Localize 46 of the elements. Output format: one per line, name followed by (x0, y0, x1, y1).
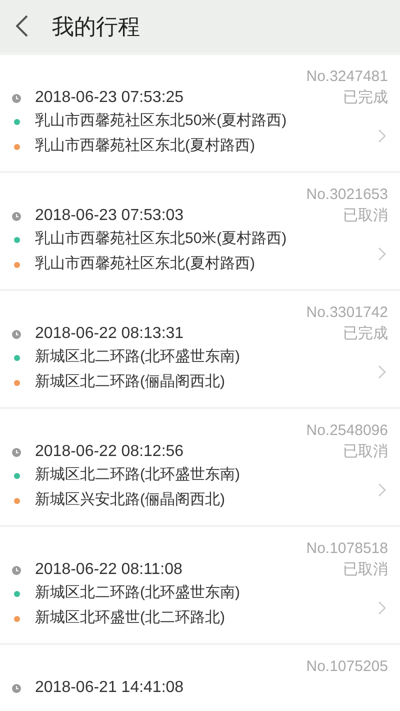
trip-number: No.3301742 (306, 303, 388, 323)
back-icon[interactable] (16, 15, 28, 37)
trip-card[interactable]: No.3021653 2018-06-23 07:53:03 已取消 乳山市西馨苑社区东北50米(夏村路西) 乳山市西馨苑社区东北(夏村路西) (0, 173, 400, 289)
destination-address: 乳山市西馨苑社区东北(夏村路西) (35, 254, 255, 274)
trip-status: 已取消 (343, 560, 388, 580)
destination-address: 新城区兴安北路(俪晶阁西北) (35, 490, 225, 510)
trip-time: 2018-06-23 07:53:25 (35, 88, 185, 108)
origin-address: 新城区北二环路(北环盛世东南) (35, 583, 240, 604)
trip-card[interactable]: No.1078518 2018-06-22 08:11:08 已取消 新城区北二环路(北环盛世东南) 新城区北环盛世(北二环路北) (0, 527, 400, 643)
trip-number: No.3247481 (306, 67, 388, 87)
trip-card[interactable]: No.2548096 2018-06-22 08:12:56 已取消 新城区北二环路(北环盛世东南) 新城区兴安北路(俪晶阁西北) (0, 409, 400, 525)
trip-card[interactable]: No.3247481 2018-06-23 07:53:25 已完成 乳山市西馨苑社区东北50米(夏村路西) 乳山市西馨苑社区东北(夏村路西) (0, 55, 400, 171)
clock-icon (12, 330, 21, 338)
clock-icon (12, 94, 21, 102)
trip-number: No.2548096 (306, 421, 388, 441)
trip-number: No.1075205 (306, 657, 388, 677)
trip-number: No.1078518 (306, 539, 388, 559)
trip-status: 已完成 (343, 324, 388, 344)
chevron-right-icon (378, 365, 386, 379)
trip-card[interactable]: No.1075205 2018-06-21 14:41:08 (0, 645, 400, 711)
clock-icon (12, 684, 21, 692)
destination-address: 新城区北二环路(俪晶阁西北) (35, 372, 225, 392)
trip-status: 已取消 (343, 442, 388, 462)
chevron-right-icon (378, 483, 386, 497)
trip-time: 2018-06-22 08:11:08 (35, 560, 184, 580)
origin-address: 新城区北二环路(北环盛世东南) (35, 465, 240, 486)
clock-icon (12, 566, 21, 574)
origin-address: 乳山市西馨苑社区东北50米(夏村路西) (35, 229, 287, 250)
trip-number: No.3021653 (306, 185, 388, 205)
origin-address: 新城区北二环路(北环盛世东南) (35, 347, 240, 368)
trip-card[interactable]: No.3301742 2018-06-22 08:13:31 已完成 新城区北二环路(北环盛世东南) 新城区北二环路(俪晶阁西北) (0, 291, 400, 407)
trip-time: 2018-06-23 07:53:03 (35, 206, 185, 226)
trip-status: 已完成 (343, 88, 388, 108)
chevron-right-icon (378, 129, 386, 143)
clock-icon (12, 448, 21, 456)
trip-time: 2018-06-21 14:41:08 (35, 678, 185, 698)
clock-icon (12, 212, 21, 220)
destination-address: 乳山市西馨苑社区东北(夏村路西) (35, 136, 255, 156)
destination-address: 新城区北环盛世(北二环路北) (35, 608, 225, 628)
trip-time: 2018-06-22 08:12:56 (35, 442, 185, 462)
chevron-right-icon (378, 601, 386, 615)
page-title: 我的行程 (52, 12, 140, 40)
origin-address: 乳山市西馨苑社区东北50米(夏村路西) (35, 111, 287, 132)
trip-status: 已取消 (343, 206, 388, 226)
chevron-right-icon (378, 247, 386, 261)
trip-time: 2018-06-22 08:13:31 (35, 324, 185, 344)
